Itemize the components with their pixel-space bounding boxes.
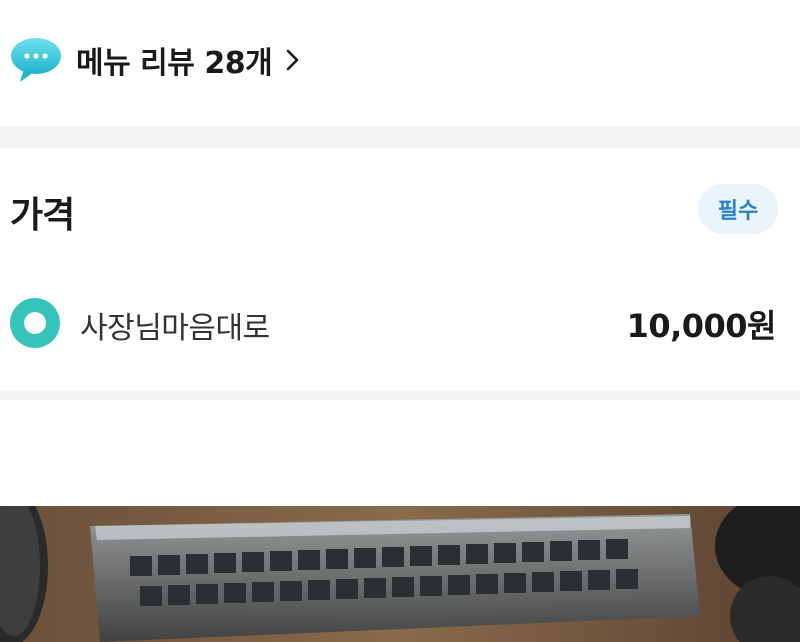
review-count: 28개	[204, 46, 273, 81]
section-title: 가격	[10, 195, 75, 236]
review-label: 메뉴 리뷰 28개	[76, 40, 302, 81]
section-divider	[0, 391, 800, 400]
option-price: 10,000원	[626, 307, 777, 345]
price-section: 가격 필수 사장님마음대로 10,000원	[0, 148, 800, 391]
menu-review-link[interactable]: 메뉴 리뷰 28개	[0, 0, 800, 126]
radio-selected-icon[interactable]	[10, 298, 60, 348]
required-badge: 필수	[698, 184, 778, 234]
chevron-right-icon	[286, 49, 299, 71]
option-label: 사장님마음대로	[80, 311, 270, 346]
section-divider	[0, 126, 800, 148]
product-photo	[0, 506, 800, 642]
speech-bubble-icon	[11, 38, 61, 82]
price-option[interactable]: 사장님마음대로 10,000원	[0, 288, 800, 358]
review-title: 메뉴 리뷰	[76, 46, 195, 81]
